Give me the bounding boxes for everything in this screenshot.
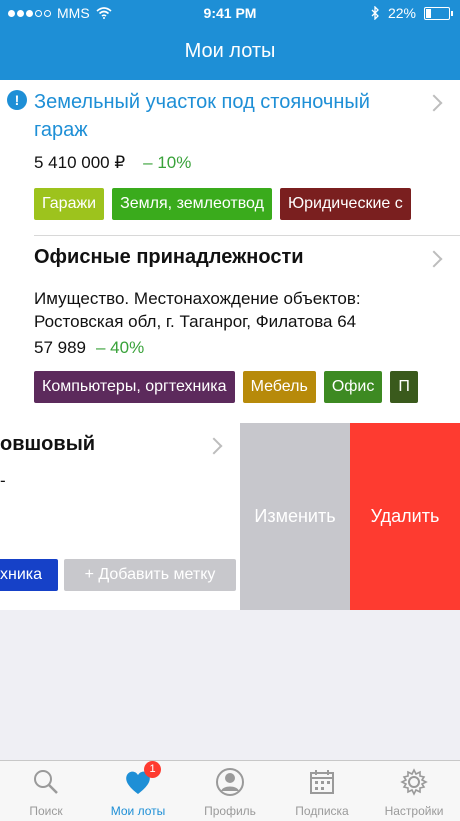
add-tag-button[interactable]: + Добавить метку (64, 559, 236, 591)
price-value: 5 410 000 ₽ (34, 153, 126, 172)
lot-title: Земельный участок под стояночный гараж (34, 91, 370, 141)
tag-garages[interactable]: Гаражи (34, 188, 105, 220)
chevron-right-icon (205, 437, 223, 455)
lot-item[interactable]: Офисные принадлежности Имущество. Местон… (0, 235, 460, 421)
tab-label: Поиск (29, 804, 63, 818)
page-title: Мои лоты (184, 40, 276, 62)
profile-icon (216, 768, 244, 796)
lots-list: ! Земельный участок под стояночный гараж… (0, 80, 460, 610)
tag-land[interactable]: Земля, землеотвод (112, 188, 272, 220)
tab-bar: Поиск 1 Мои лоты Профиль Подписка Настро… (0, 760, 460, 821)
tag-furniture[interactable]: Мебель (242, 371, 316, 403)
lot-item-swiped[interactable]: овшовый - хника + Добавить метку Изменит… (0, 423, 460, 610)
tab-my-lots[interactable]: 1 Мои лоты (92, 761, 184, 821)
battery-icon (424, 6, 453, 20)
lot-item[interactable]: ! Земельный участок под стояночный гараж… (0, 80, 460, 235)
tab-label: Профиль (204, 804, 256, 818)
bluetooth-icon (371, 6, 379, 20)
tag-list: Гаражи Земля, землеотвод Юридические с (34, 188, 411, 220)
lot-description: - (0, 471, 6, 490)
tab-label: Подписка (295, 804, 349, 818)
tag-office[interactable]: Офис (323, 371, 383, 403)
tag-tech[interactable]: хника (0, 559, 58, 591)
gear-icon (400, 768, 428, 796)
tag-computers[interactable]: Компьютеры, оргтехника (34, 371, 235, 403)
tab-search[interactable]: Поиск (0, 761, 92, 821)
discount-value: – 10% (143, 153, 192, 172)
info-alert-icon: ! (7, 90, 27, 110)
battery-percent: 22% (387, 5, 416, 21)
header: MMS 9:41 PM 22% Мои лоты (0, 0, 460, 80)
lot-title: овшовый (0, 433, 96, 455)
tag-list: Компьютеры, оргтехника Мебель Офис П (34, 371, 418, 403)
tab-label: Настройки (384, 804, 444, 818)
search-icon (34, 770, 58, 794)
tab-profile[interactable]: Профиль (184, 761, 276, 821)
tab-label: Мои лоты (110, 804, 166, 818)
lot-price: 5 410 000 ₽ – 10% (34, 153, 191, 173)
lot-title: Офисные принадлежности (34, 246, 304, 268)
calendar-icon (310, 770, 334, 794)
tag-legal[interactable]: Юридические с (279, 188, 411, 220)
discount-value: – 40% (96, 338, 145, 357)
notification-badge: 1 (144, 761, 161, 778)
tag-more[interactable]: П (390, 371, 418, 403)
tab-subscription[interactable]: Подписка (276, 761, 368, 821)
delete-button[interactable]: Удалить (350, 423, 460, 610)
lot-price: 57 989 – 40% (34, 338, 144, 358)
lot-description: Имущество. Местонахождение объектов: Рос… (34, 289, 361, 331)
chevron-right-icon (425, 94, 443, 112)
price-value: 57 989 (34, 338, 86, 357)
tab-settings[interactable]: Настройки (368, 761, 460, 821)
chevron-right-icon (425, 250, 443, 268)
status-bar: MMS 9:41 PM 22% (0, 0, 460, 28)
edit-button[interactable]: Изменить (240, 423, 350, 610)
